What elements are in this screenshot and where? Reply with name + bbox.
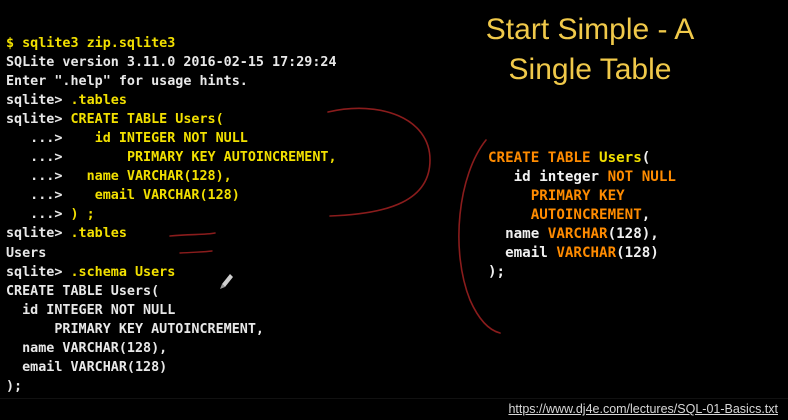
ink-bracket-left (327, 107, 431, 217)
ink-underline-users (179, 250, 213, 254)
ink-annotations (169, 107, 501, 334)
ink-underline-tables (169, 232, 216, 237)
footer-url-link[interactable]: https://www.dj4e.com/lectures/SQL-01-Bas… (508, 402, 778, 416)
pen-cursor-icon (220, 274, 233, 289)
ink-paren-right (458, 139, 501, 334)
